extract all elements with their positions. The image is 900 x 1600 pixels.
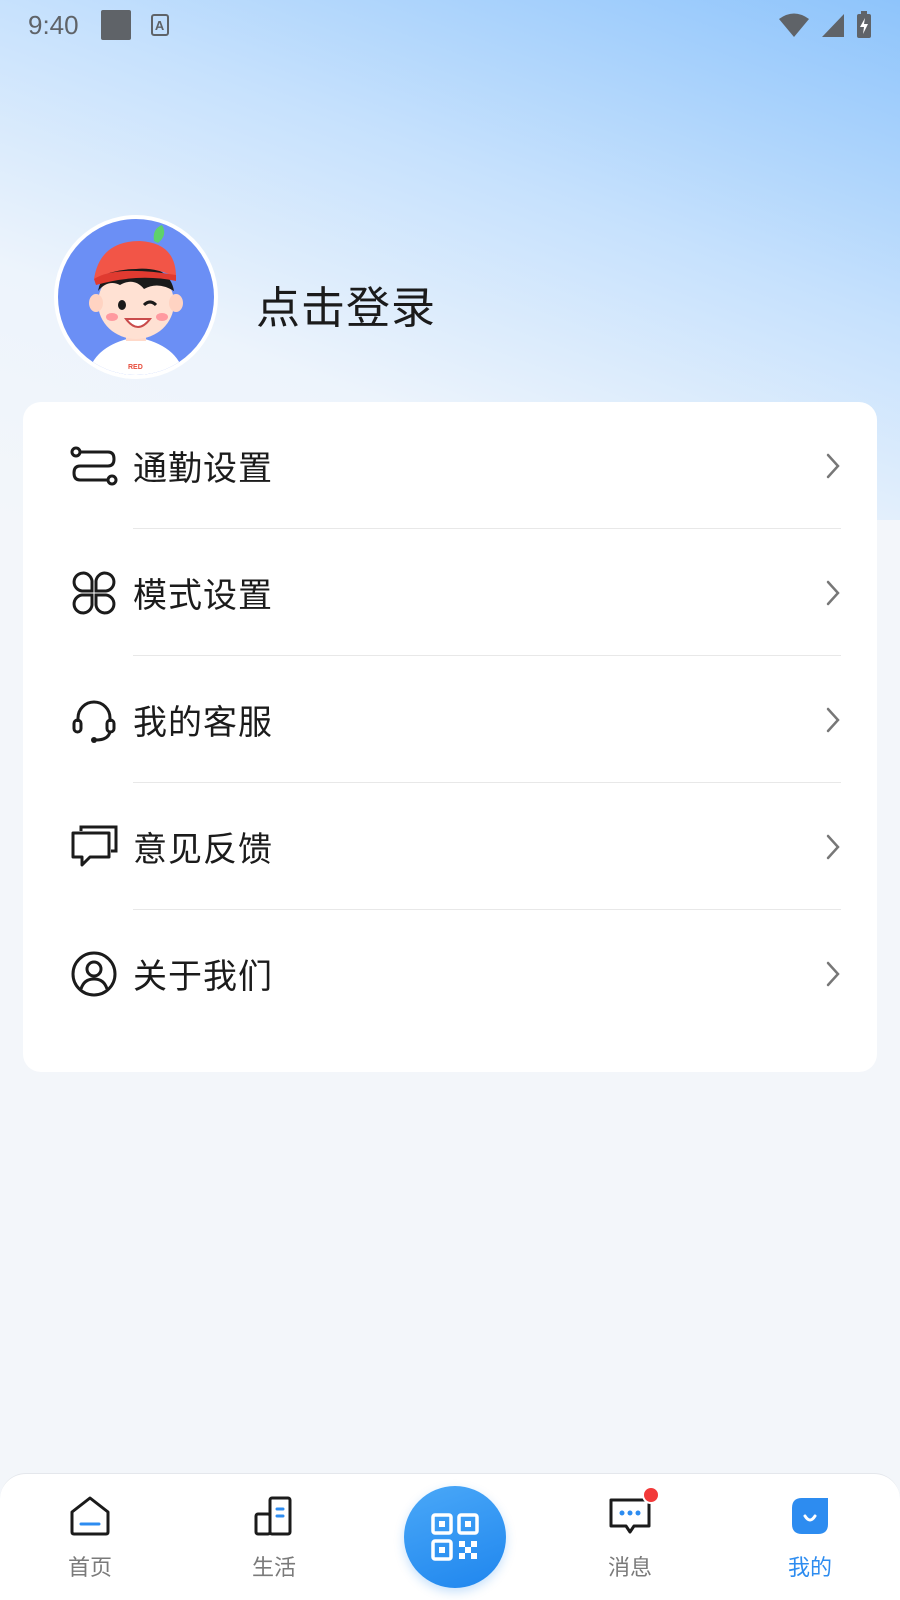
chevron-right-icon	[826, 453, 840, 478]
avatar-illustration: RED	[88, 225, 184, 375]
nav-label: 生活	[251, 1556, 296, 1581]
chevron-right-icon	[826, 707, 840, 732]
unread-badge	[642, 1486, 660, 1504]
life-icon	[250, 1492, 298, 1540]
home-icon	[66, 1492, 114, 1540]
profile-icon	[786, 1492, 834, 1540]
menu-item-label: 我的客服	[133, 703, 273, 743]
login-prompt[interactable]: 点击登录	[256, 272, 436, 336]
feedback-chat-icon	[69, 822, 119, 872]
status-time: 9:40	[28, 9, 79, 40]
menu-item-mode-settings[interactable]: 模式设置	[23, 529, 877, 656]
chevron-right-icon	[826, 580, 840, 605]
chevron-right-icon	[826, 961, 840, 986]
headset-icon	[69, 695, 119, 745]
nav-label: 我的	[787, 1556, 832, 1581]
menu-item-label: 意见反馈	[133, 830, 273, 870]
user-circle-icon	[69, 949, 119, 999]
nav-label: 首页	[67, 1556, 112, 1581]
status-bar: 9:40 A	[0, 0, 900, 50]
mode-grid-icon	[69, 568, 119, 618]
shirt-text: RED	[128, 364, 143, 371]
signal-icon	[822, 14, 844, 37]
avatar[interactable]: RED	[54, 215, 218, 379]
qr-code-icon	[431, 1513, 479, 1561]
notification-square-icon	[100, 10, 131, 40]
chevron-right-icon	[826, 834, 840, 859]
wifi-icon	[779, 13, 809, 37]
scan-qr-button[interactable]	[404, 1486, 506, 1588]
nav-item-home[interactable]: 首页	[30, 1492, 150, 1592]
menu-item-label: 模式设置	[133, 576, 273, 616]
settings-menu: 通勤设置 模式设置 我的客服 意见反馈 关于我们	[23, 402, 877, 1072]
menu-item-feedback[interactable]: 意见反馈	[23, 783, 877, 910]
route-icon	[69, 441, 119, 491]
nav-item-profile[interactable]: 我的	[750, 1492, 870, 1592]
menu-item-label: 关于我们	[133, 957, 273, 997]
nav-item-messages[interactable]: 消息	[570, 1486, 690, 1592]
battery-icon	[857, 11, 871, 38]
nav-item-life[interactable]: 生活	[214, 1492, 334, 1592]
menu-item-label: 通勤设置	[133, 449, 273, 489]
nav-label: 消息	[607, 1556, 652, 1581]
menu-item-about-us[interactable]: 关于我们	[23, 910, 877, 1037]
menu-item-commute-settings[interactable]: 通勤设置	[23, 402, 877, 529]
menu-item-customer-service[interactable]: 我的客服	[23, 656, 877, 783]
keyboard-a-icon: A	[150, 14, 169, 36]
message-icon	[606, 1486, 660, 1540]
